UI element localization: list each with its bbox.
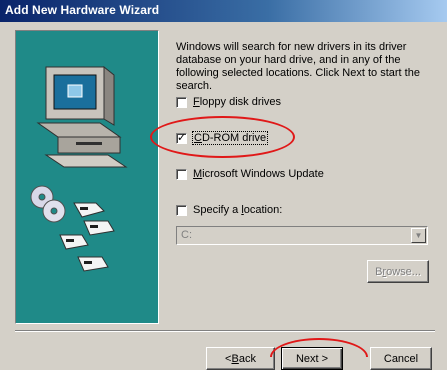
floppy-label: Floppy disk drives bbox=[193, 96, 282, 108]
location-combobox[interactable]: C: ▼ bbox=[176, 226, 428, 245]
next-button[interactable]: Next > bbox=[281, 347, 343, 370]
location-checkbox-row[interactable]: Specify a location: bbox=[176, 202, 282, 218]
location-checkbox[interactable] bbox=[176, 204, 187, 216]
chevron-down-icon[interactable]: ▼ bbox=[411, 228, 426, 243]
windows-update-checkbox-row[interactable]: Microsoft Windows Update bbox=[176, 166, 324, 182]
divider bbox=[15, 330, 435, 332]
browse-button[interactable]: Br owse... bbox=[367, 260, 429, 283]
windows-update-label: Microsoft Windows Update bbox=[193, 168, 324, 180]
windows-update-checkbox[interactable] bbox=[176, 168, 187, 180]
location-label: Specify a location: bbox=[193, 204, 283, 216]
cdrom-checkbox-row[interactable]: ✓ CD-ROM drive bbox=[176, 130, 269, 146]
back-button[interactable]: < Back bbox=[206, 347, 275, 370]
cdrom-label: CD-ROM drive bbox=[191, 131, 269, 145]
wizard-illustration bbox=[15, 30, 159, 324]
cdrom-checkbox[interactable]: ✓ bbox=[176, 130, 187, 144]
title-bar: Add New Hardware Wizard bbox=[0, 0, 447, 22]
computer-with-discs-icon bbox=[30, 65, 128, 272]
location-value: C: bbox=[181, 229, 192, 241]
floppy-checkbox-row[interactable]: Floppy disk drives bbox=[176, 94, 281, 110]
instructions-text: Windows will search for new drivers in i… bbox=[176, 41, 420, 92]
cancel-button[interactable]: Cancel bbox=[370, 347, 432, 370]
checkmark-icon: ✓ bbox=[177, 130, 187, 144]
floppy-checkbox[interactable] bbox=[176, 96, 187, 108]
window-title: Add New Hardware Wizard bbox=[5, 3, 160, 17]
